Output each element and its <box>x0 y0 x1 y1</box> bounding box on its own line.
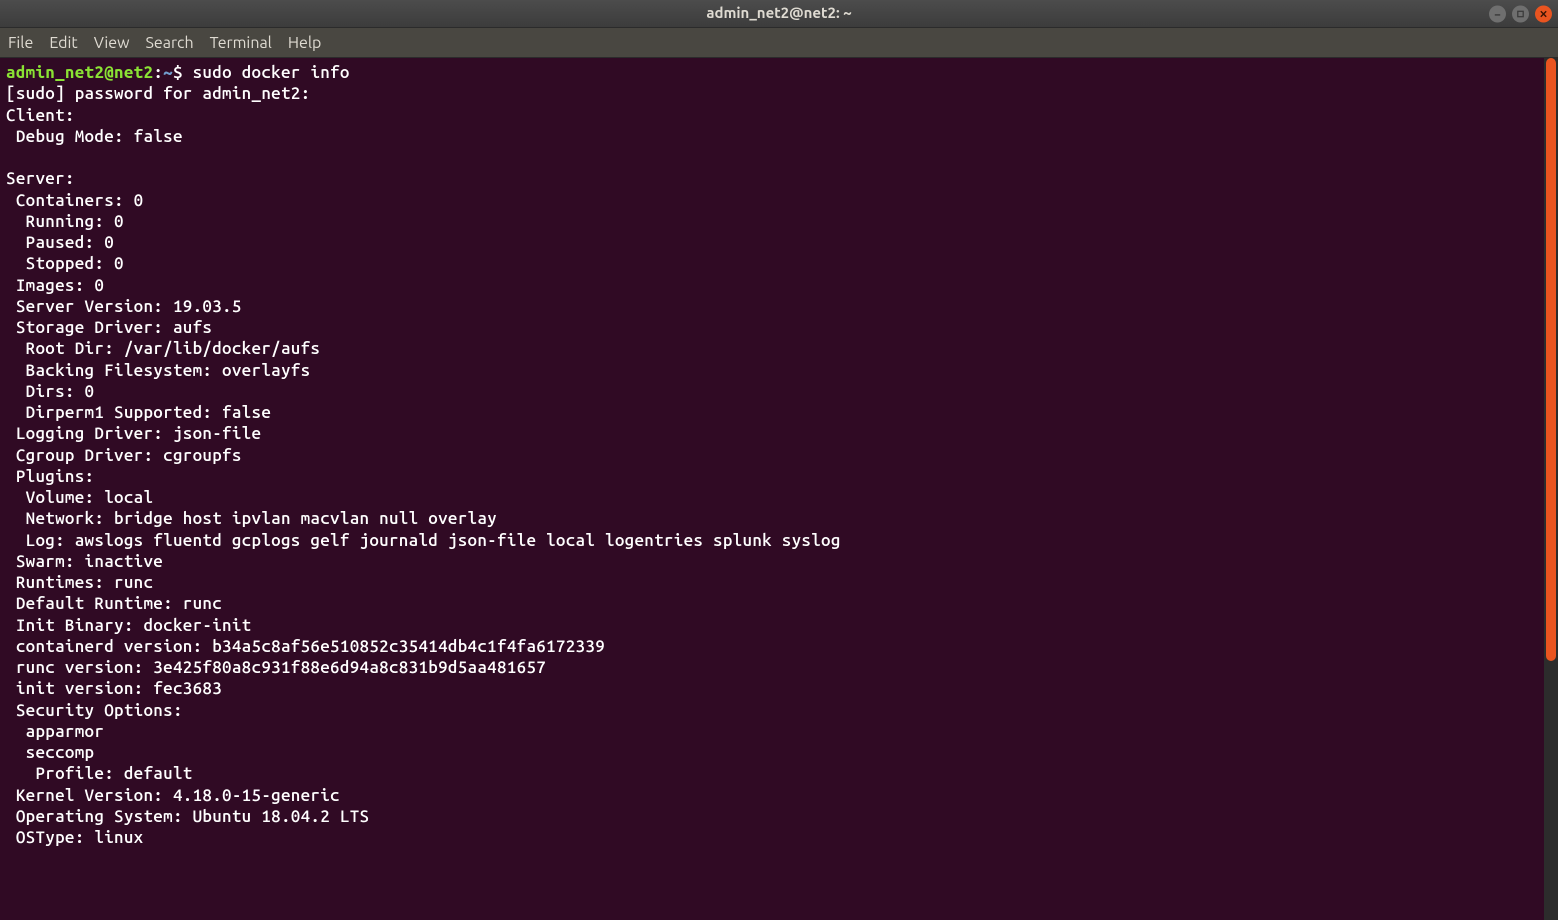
menu-file[interactable]: File <box>8 33 33 53</box>
maximize-button[interactable] <box>1512 5 1529 22</box>
menu-edit[interactable]: Edit <box>49 33 77 53</box>
output-line: Logging Driver: json-file <box>6 424 261 443</box>
output-line: Client: <box>6 106 75 125</box>
prompt-dollar: $ <box>173 63 193 82</box>
scrollbar-thumb[interactable] <box>1546 58 1556 661</box>
output-line: Containers: 0 <box>6 191 143 210</box>
terminal-content[interactable]: admin_net2@net2:~$ sudo docker info [sud… <box>0 58 1558 852</box>
output-line: Runtimes: runc <box>6 573 153 592</box>
output-line: seccomp <box>6 743 94 762</box>
output-line: Security Options: <box>6 701 183 720</box>
output-line: Backing Filesystem: overlayfs <box>6 361 310 380</box>
output-line: Dirperm1 Supported: false <box>6 403 271 422</box>
output-line: Log: awslogs fluentd gcplogs gelf journa… <box>6 531 841 550</box>
window-title: admin_net2@net2: ~ <box>706 4 851 23</box>
window-controls <box>1489 5 1552 22</box>
output-line: Network: bridge host ipvlan macvlan null… <box>6 509 497 528</box>
output-line: runc version: 3e425f80a8c931f88e6d94a8c8… <box>6 658 546 677</box>
close-icon <box>1539 9 1548 18</box>
output-line: Plugins: <box>6 467 94 486</box>
output-line: Paused: 0 <box>6 233 114 252</box>
output-line: apparmor <box>6 722 104 741</box>
minimize-button[interactable] <box>1489 5 1506 22</box>
output-line: Storage Driver: aufs <box>6 318 212 337</box>
menu-help[interactable]: Help <box>288 33 322 53</box>
menu-search[interactable]: Search <box>146 33 194 53</box>
output-line: [sudo] password for admin_net2: <box>6 84 310 103</box>
output-line: containerd version: b34a5c8af56e510852c3… <box>6 637 605 656</box>
close-button[interactable] <box>1535 5 1552 22</box>
output-line: Dirs: 0 <box>6 382 94 401</box>
output-line: Volume: local <box>6 488 153 507</box>
output-line: init version: fec3683 <box>6 679 222 698</box>
output-line: Cgroup Driver: cgroupfs <box>6 446 242 465</box>
output-line: Server: <box>6 169 75 188</box>
output-line: Server Version: 19.03.5 <box>6 297 242 316</box>
prompt-line: admin_net2@net2:~$ sudo docker info <box>6 63 350 82</box>
output-line: OSType: linux <box>6 828 143 847</box>
menu-view[interactable]: View <box>94 33 130 53</box>
output-line: Default Runtime: runc <box>6 594 222 613</box>
scrollbar[interactable] <box>1544 58 1558 920</box>
output-line: Stopped: 0 <box>6 254 124 273</box>
minimize-icon <box>1493 9 1502 18</box>
output-line: Kernel Version: 4.18.0-15-generic <box>6 786 340 805</box>
maximize-icon <box>1516 9 1525 18</box>
output-line: Swarm: inactive <box>6 552 163 571</box>
output-line: Running: 0 <box>6 212 124 231</box>
output-line: Root Dir: /var/lib/docker/aufs <box>6 339 320 358</box>
prompt-path: ~ <box>163 63 173 82</box>
prompt-colon: : <box>153 63 163 82</box>
output-line: Images: 0 <box>6 276 104 295</box>
prompt-command: sudo docker info <box>193 63 350 82</box>
menu-bar: File Edit View Search Terminal Help <box>0 28 1558 58</box>
output-line: Profile: default <box>6 764 193 783</box>
output-line: Init Binary: docker-init <box>6 616 252 635</box>
menu-terminal[interactable]: Terminal <box>210 33 272 53</box>
title-bar: admin_net2@net2: ~ <box>0 0 1558 28</box>
output-line: Debug Mode: false <box>6 127 183 146</box>
output-line: Operating System: Ubuntu 18.04.2 LTS <box>6 807 369 826</box>
prompt-user-host: admin_net2@net2 <box>6 63 153 82</box>
